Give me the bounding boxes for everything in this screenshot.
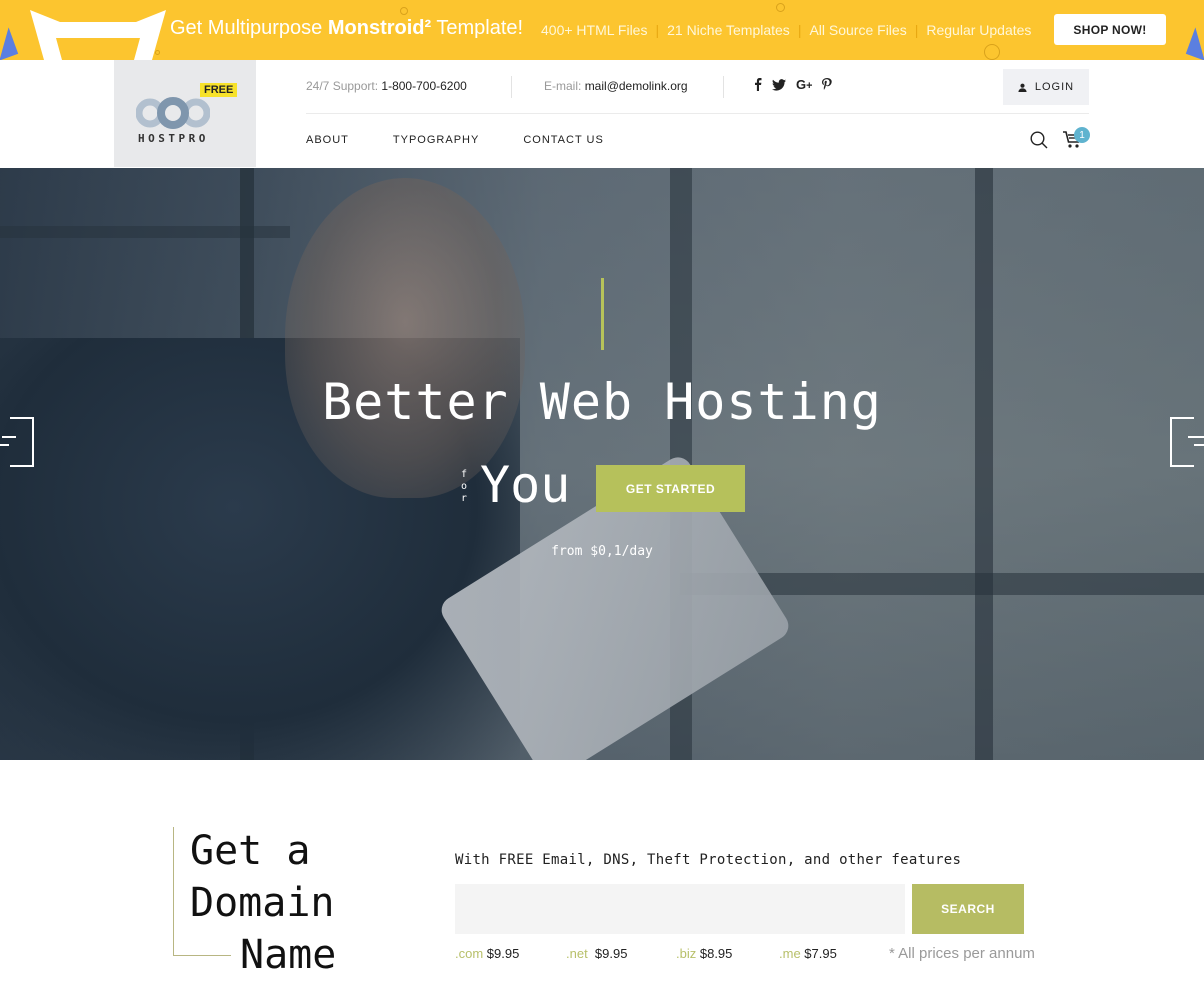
tld-price-value: $9.95 — [486, 946, 520, 961]
tld-price: .biz $8.95 — [676, 946, 732, 961]
pinterest-icon[interactable] — [822, 78, 833, 91]
hero-person-head — [285, 178, 525, 498]
separator: | — [797, 22, 802, 38]
tld-price: .me $7.95 — [779, 946, 837, 961]
promo-feature: Regular Updates — [926, 22, 1032, 38]
tld-ext: .me — [779, 946, 801, 961]
monstroid-logo-icon — [30, 10, 166, 60]
tld-ext: .com — [455, 946, 484, 961]
domain-search-button[interactable]: SEARCH — [912, 884, 1024, 934]
domain-bracket — [173, 955, 231, 956]
domain-title-line: Domain — [190, 880, 335, 926]
twitter-icon[interactable] — [772, 78, 786, 91]
social-links: G+ — [754, 77, 833, 92]
hero-price: from $0,1/day — [551, 544, 653, 559]
slider-prev-arrow-icon[interactable] — [0, 417, 34, 467]
support-label: 24/7 Support: — [306, 79, 379, 93]
free-badge: FREE — [200, 83, 238, 97]
decorative-circle — [400, 7, 408, 15]
hero-for-letter: r — [460, 493, 468, 504]
prices-note: * All prices per annum — [889, 945, 1035, 962]
promo-banner[interactable]: Get Multipurpose Monstroid² Template! 40… — [0, 0, 1204, 60]
tld-price-value: $9.95 — [594, 946, 628, 961]
tld-price: .com $9.95 — [455, 946, 519, 961]
separator: | — [914, 22, 919, 38]
email-label: E-mail: — [544, 79, 582, 93]
slider-next-arrow-icon[interactable] — [1170, 417, 1204, 467]
promo-brand: Monstroid² — [327, 17, 432, 39]
logo-name: HOSTPRO — [138, 132, 209, 145]
hero-for-letter: f — [460, 469, 468, 480]
support-phone[interactable]: 1-800-700-6200 — [381, 79, 466, 93]
get-started-button[interactable]: GET STARTED — [596, 465, 745, 512]
promo-features: 400+ HTML Files | 21 Niche Templates | A… — [541, 22, 1031, 38]
tld-price-value: $7.95 — [804, 946, 837, 961]
promo-title-suffix: Template! — [431, 17, 524, 39]
hero-for-text: f o r — [459, 469, 469, 505]
support-contact: 24/7 Support: 1-800-700-6200 — [306, 79, 467, 93]
google-plus-icon[interactable]: G+ — [796, 77, 812, 92]
divider — [723, 76, 724, 98]
decorative-circle — [984, 44, 1000, 60]
divider — [306, 113, 1089, 114]
hero-section: Better Web Hosting f o r You GET STARTED… — [0, 168, 1204, 760]
domain-title-line: Name — [240, 932, 337, 978]
shop-now-button[interactable]: SHOP NOW! — [1054, 14, 1166, 45]
promo-feature: 21 Niche Templates — [667, 22, 790, 38]
hero-title: Better Web Hosting — [322, 373, 882, 431]
hero-you-text: You — [480, 456, 571, 514]
window-frame — [975, 168, 993, 760]
promo-feature: 400+ HTML Files — [541, 22, 648, 38]
main-nav: ABOUT TYPOGRAPHY CONTACT US — [306, 134, 648, 146]
domain-title-line: Get a — [190, 828, 311, 874]
separator: | — [655, 22, 660, 38]
decorative-circle — [776, 3, 785, 12]
domain-bracket — [173, 827, 174, 956]
login-label: LOGIN — [1034, 81, 1075, 93]
divider — [511, 76, 512, 98]
site-header: FREE HOSTPRO 24/7 Support: 1-800-700-620… — [0, 60, 1204, 168]
promo-title: Get Multipurpose Monstroid² Template! — [170, 17, 523, 40]
tld-ext: .net — [566, 946, 588, 961]
window-frame — [0, 226, 290, 238]
promo-title-prefix: Get Multipurpose — [170, 17, 328, 39]
decorative-triangle — [1185, 27, 1204, 60]
tld-price: .net $9.95 — [566, 946, 627, 961]
hero-accent-line — [601, 278, 604, 350]
email-link[interactable]: mail@demolink.org — [585, 79, 688, 93]
search-icon[interactable] — [1030, 131, 1048, 149]
domain-subtitle: With FREE Email, DNS, Theft Protection, … — [455, 852, 962, 868]
nav-item-typography[interactable]: TYPOGRAPHY — [393, 134, 479, 146]
domain-search-input[interactable] — [455, 884, 905, 934]
hero-for-letter: o — [460, 481, 468, 492]
decorative-circle — [155, 50, 160, 55]
promo-feature: All Source Files — [809, 22, 907, 38]
email-contact: E-mail: mail@demolink.org — [544, 79, 688, 93]
cart-count-badge: 1 — [1074, 127, 1090, 143]
tld-ext: .biz — [676, 946, 697, 961]
logo-rings-icon — [136, 97, 210, 129]
tld-price-value: $8.95 — [699, 946, 733, 961]
user-icon — [1018, 83, 1027, 92]
logo[interactable]: FREE HOSTPRO — [114, 60, 256, 167]
login-button[interactable]: LOGIN — [1003, 69, 1089, 105]
nav-item-contact-us[interactable]: CONTACT US — [523, 134, 604, 146]
nav-item-about[interactable]: ABOUT — [306, 134, 349, 146]
facebook-icon[interactable] — [754, 78, 762, 91]
decorative-triangle — [0, 27, 19, 60]
